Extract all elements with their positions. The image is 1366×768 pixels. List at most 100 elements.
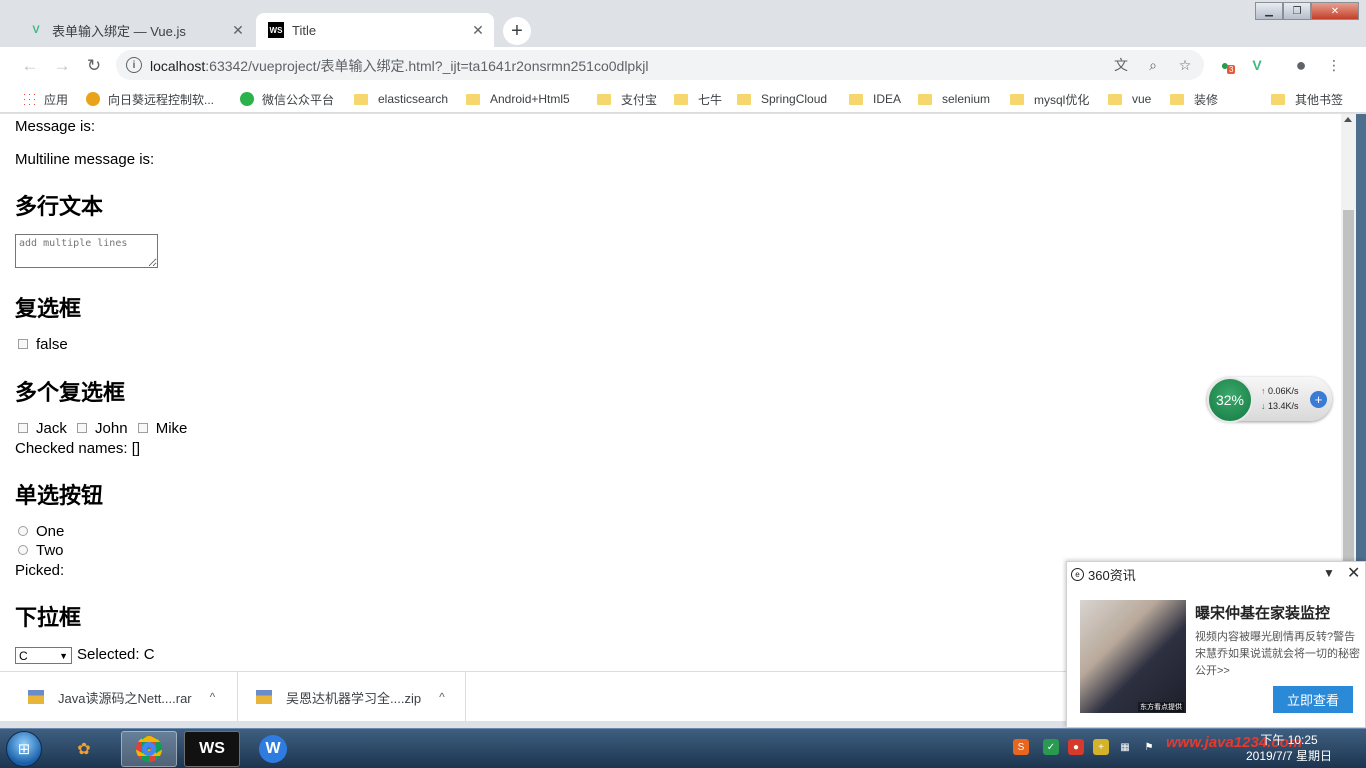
bookmark-label: 应用: [44, 92, 69, 107]
chevron-down-icon[interactable]: ▼: [1323, 566, 1335, 580]
folder-icon: [918, 93, 932, 105]
tab-vue-docs[interactable]: V 表单输入绑定 — Vue.js ✕: [16, 13, 254, 47]
tray-icon[interactable]: ●: [1068, 739, 1084, 755]
wps-icon[interactable]: W: [245, 731, 301, 767]
close-tab-icon[interactable]: ✕: [470, 22, 486, 38]
tab-title: Title: [292, 22, 317, 38]
chevron-down-icon: ▼: [59, 650, 68, 661]
bookmark-label: elasticsearch: [378, 92, 449, 106]
minimize-button[interactable]: ▁: [1255, 2, 1283, 20]
bookmark-item[interactable]: SpringCloud: [737, 89, 827, 109]
folder-icon: [1010, 93, 1024, 105]
multiline-textarea[interactable]: [15, 234, 158, 268]
bookmark-item[interactable]: 微信公众平台: [240, 89, 334, 109]
close-icon[interactable]: ✕: [1347, 563, 1360, 583]
news-image[interactable]: 东方看点提供: [1080, 600, 1186, 713]
bookmark-item[interactable]: 支付宝: [597, 89, 657, 109]
heading-multi-checkbox: 多个复选框: [15, 380, 126, 405]
folder-icon: [597, 93, 611, 105]
download-item[interactable]: Java读源码之Nett....rar ^: [0, 672, 238, 722]
start-button[interactable]: ⊞: [6, 731, 42, 767]
tab-title-page[interactable]: WS Title ✕: [256, 13, 494, 47]
checkbox-row: false: [18, 336, 68, 353]
clock[interactable]: 下午 10:25 2019/7/7 星期日: [1244, 732, 1334, 764]
checkbox-label: John: [95, 420, 128, 437]
checkbox-mike[interactable]: [137, 423, 148, 434]
bookmark-other[interactable]: 其他书签: [1271, 89, 1343, 109]
archive-file-icon: [28, 690, 44, 704]
plus-icon[interactable]: +: [1310, 391, 1327, 408]
chrome-icon[interactable]: [121, 731, 177, 767]
download-value: 13.4K/s: [1268, 401, 1299, 411]
bookmarks-bar: 应用 向日葵远程控制软... 微信公众平台 elasticsearch Andr…: [0, 84, 1366, 113]
new-tab-button[interactable]: +: [503, 17, 531, 45]
radio-label: One: [36, 523, 65, 540]
forward-icon[interactable]: →: [50, 54, 74, 78]
bookmark-item[interactable]: vue: [1108, 89, 1151, 109]
close-tab-icon[interactable]: ✕: [230, 22, 246, 38]
chevron-up-icon[interactable]: ^: [439, 690, 445, 704]
security-shield-icon[interactable]: ✓: [1043, 739, 1059, 755]
bookmark-label: IDEA: [873, 92, 902, 106]
bookmark-apps[interactable]: 应用: [22, 89, 68, 109]
bookmark-item[interactable]: Android+Html5: [466, 89, 570, 109]
bookmark-item[interactable]: 装修: [1170, 89, 1218, 109]
view-now-button[interactable]: 立即查看: [1273, 686, 1353, 713]
taskbar-app-icon[interactable]: ✿: [56, 731, 112, 767]
url-text[interactable]: localhost:63342/vueproject/表单输入绑定.html?_…: [150, 56, 648, 76]
tray-icon[interactable]: S: [1013, 739, 1029, 755]
bookmark-item[interactable]: elasticsearch: [354, 89, 448, 109]
translate-icon[interactable]: 文: [1112, 56, 1130, 74]
download-item[interactable]: 吴恩达机器学习全....zip ^: [238, 672, 466, 722]
wechat-icon: [240, 92, 254, 106]
bookmark-item[interactable]: 向日葵远程控制软...: [86, 89, 214, 109]
maximize-button[interactable]: ❐: [1283, 2, 1311, 20]
menu-kebab-icon[interactable]: ⋮: [1324, 55, 1344, 75]
bookmark-item[interactable]: IDEA: [849, 89, 901, 109]
vue-favicon-icon: V: [32, 24, 40, 36]
url-path: :63342/vueproject/表单输入绑定.html?_ijt=ta164…: [205, 58, 649, 74]
tray-icon[interactable]: +: [1093, 739, 1109, 755]
news-popup: e 360资讯 ▼ ✕ 东方看点提供 曝宋仲基在家装监控 视频内容被曝光剧情再反转…: [1066, 561, 1366, 728]
download-filename: 吴恩达机器学习全....zip: [286, 690, 422, 706]
radio-one[interactable]: [18, 526, 28, 537]
address-bar[interactable]: i localhost:63342/vueproject/表单输入绑定.html…: [116, 50, 1204, 80]
bookmark-item[interactable]: selenium: [918, 89, 990, 109]
webstorm-icon[interactable]: WS: [184, 731, 240, 767]
extension-icon[interactable]: ● 3: [1215, 55, 1236, 75]
heading-textarea: 多行文本: [15, 194, 104, 219]
folder-icon: [466, 93, 480, 105]
news-body: 视频内容被曝光剧情再反转?警告宋慧乔如果说谎就会将一切的秘密公开>>: [1195, 631, 1360, 677]
arrow-down-icon: ↓: [1261, 401, 1266, 411]
action-center-icon[interactable]: ⚑: [1141, 739, 1157, 755]
bookmark-label: mysql优化: [1034, 92, 1090, 107]
apps-grid-icon: [22, 92, 36, 106]
bookmark-item[interactable]: 七牛: [674, 89, 722, 109]
close-window-button[interactable]: ✕: [1311, 2, 1359, 20]
checkbox-john[interactable]: [77, 423, 88, 434]
zoom-icon[interactable]: ⌕: [1144, 56, 1162, 74]
scroll-up-icon[interactable]: [1344, 117, 1352, 122]
profile-icon[interactable]: ●: [1291, 55, 1311, 75]
news-title[interactable]: 曝宋仲基在家装监控: [1195, 602, 1330, 623]
arrow-up-icon: ↑: [1261, 386, 1266, 396]
radio-row-one: One: [18, 523, 64, 540]
bookmark-item[interactable]: mysql优化: [1010, 89, 1089, 109]
checkbox[interactable]: [18, 339, 28, 350]
heading-select: 下拉框: [15, 605, 82, 630]
checkbox-jack[interactable]: [18, 423, 28, 434]
network-speed-widget[interactable]: 32% ↑ 0.06K/s ↓ 13.4K/s +: [1207, 377, 1332, 423]
select-dropdown[interactable]: C ▼: [15, 647, 72, 664]
tab-strip: V 表单输入绑定 — Vue.js ✕ WS Title ✕ + ▁ ❐ ✕: [0, 0, 1366, 47]
reload-icon[interactable]: ↻: [82, 54, 106, 78]
bookmark-label: 支付宝: [621, 92, 658, 107]
site-info-icon[interactable]: i: [126, 57, 142, 73]
network-icon[interactable]: ▦: [1117, 739, 1133, 755]
vue-devtools-icon[interactable]: V: [1247, 55, 1267, 75]
chevron-up-icon[interactable]: ^: [210, 690, 216, 704]
back-icon[interactable]: ←: [18, 54, 42, 78]
message-output: Message is:: [15, 118, 96, 135]
clock-time: 下午 10:25: [1260, 733, 1318, 747]
bookmark-star-icon[interactable]: ☆: [1176, 56, 1194, 74]
radio-two[interactable]: [18, 545, 28, 556]
